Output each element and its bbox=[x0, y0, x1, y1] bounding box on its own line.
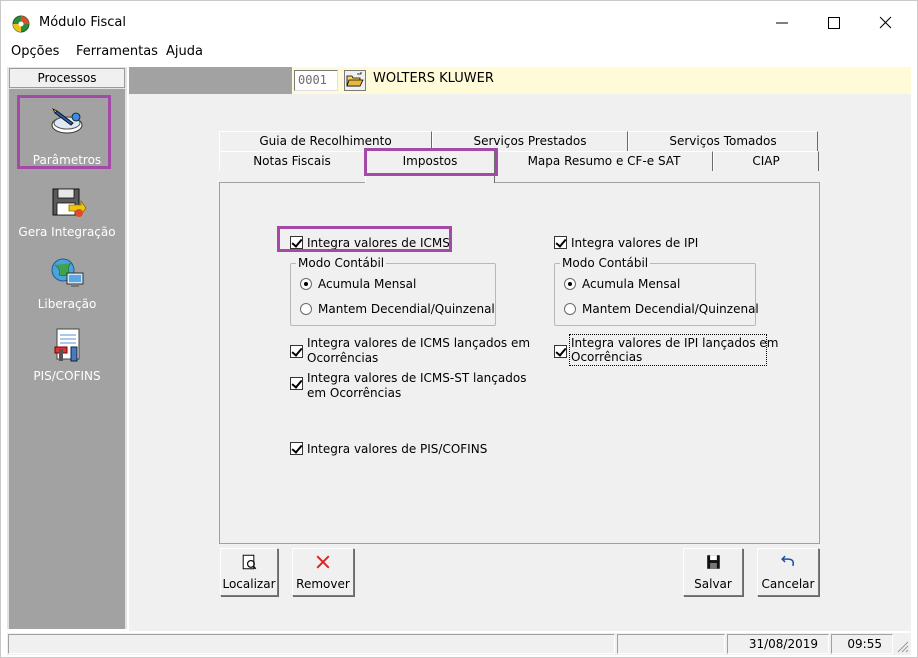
icms-highlight bbox=[277, 226, 452, 252]
radio-label: Mantem Decendial/Quinzenal bbox=[318, 302, 495, 316]
radio-label: Mantem Decendial/Quinzenal bbox=[582, 302, 759, 316]
window-title: Módulo Fiscal bbox=[39, 15, 127, 30]
icms-decendial-radio[interactable] bbox=[300, 303, 312, 315]
button-label: Remover bbox=[296, 577, 350, 591]
maximize-icon bbox=[828, 17, 840, 29]
ipi-decendial-radio[interactable] bbox=[564, 303, 576, 315]
tab-notas-fiscais[interactable]: Notas Fiscais bbox=[219, 151, 365, 171]
app-icon bbox=[12, 15, 30, 33]
ipi-ocorrencias-label-1: Integra valores de IPI lançados em bbox=[571, 336, 779, 350]
status-time: 09:55 bbox=[831, 634, 893, 654]
menu-ferramentas[interactable]: Ferramentas bbox=[76, 44, 158, 59]
tab-ciap[interactable]: CIAP bbox=[713, 151, 819, 171]
icms-ocorrencias-checkbox[interactable] bbox=[290, 345, 303, 358]
maximize-button[interactable] bbox=[811, 9, 857, 37]
status-date: 31/08/2019 bbox=[727, 634, 829, 654]
status-panel-main bbox=[8, 634, 615, 654]
menu-opcoes[interactable]: Opções bbox=[11, 44, 59, 59]
radio-label: Acumula Mensal bbox=[582, 277, 681, 291]
pis-cofins-checkbox[interactable] bbox=[290, 442, 303, 455]
floppy-export-icon bbox=[52, 188, 87, 217]
globe-computer-icon bbox=[51, 258, 84, 287]
nav-item-gera-integracao[interactable]: Gera Integração bbox=[9, 177, 125, 249]
remover-button[interactable]: Remover bbox=[292, 548, 354, 596]
left-panel: Processos Parâmetros Gera Integração Lib… bbox=[7, 67, 127, 629]
company-bar: 0001 WOLTERS KLUWER bbox=[129, 67, 911, 94]
ipi-acumula-mensal-radio[interactable] bbox=[564, 278, 576, 290]
icms-modo-contabil-group bbox=[290, 263, 496, 326]
selection-highlight bbox=[17, 95, 111, 169]
tab-label: CIAP bbox=[752, 154, 780, 168]
cancelar-button[interactable]: Cancelar bbox=[757, 548, 819, 596]
impostos-panel: Integra valores de ICMS Modo Contábil Ac… bbox=[219, 182, 820, 544]
button-label: Cancelar bbox=[761, 577, 815, 591]
icms-acumula-mensal-radio[interactable] bbox=[300, 278, 312, 290]
tab-mapa-resumo[interactable]: Mapa Resumo e CF-e SAT bbox=[495, 151, 713, 171]
tab-servicos-tomados[interactable]: Serviços Tomados bbox=[628, 131, 818, 151]
nav-item-label: PIS/COFINS bbox=[33, 369, 101, 383]
nav-item-pis-cofins[interactable]: PIS/COFINS bbox=[9, 321, 125, 393]
ipi-modo-contabil-group bbox=[554, 263, 756, 326]
icms-st-checkbox[interactable] bbox=[290, 377, 303, 390]
close-button[interactable] bbox=[863, 9, 909, 37]
main-window: Módulo Fiscal Opções Ferramentas Ajuda P… bbox=[0, 0, 918, 658]
company-name: WOLTERS KLUWER bbox=[373, 71, 494, 86]
localizar-button[interactable]: Localizar bbox=[220, 548, 278, 596]
tab-label: Notas Fiscais bbox=[253, 154, 331, 168]
processos-header[interactable]: Processos bbox=[9, 68, 125, 88]
salvar-button[interactable]: Salvar bbox=[683, 548, 743, 596]
button-label: Salvar bbox=[694, 577, 732, 591]
menu-ajuda[interactable]: Ajuda bbox=[166, 44, 203, 59]
button-label: Localizar bbox=[222, 577, 276, 591]
tab-label: Serviços Tomados bbox=[669, 134, 777, 148]
minimize-button[interactable] bbox=[759, 9, 805, 37]
group-title: Modo Contábil bbox=[560, 256, 651, 270]
status-panel-empty bbox=[617, 634, 725, 654]
find-icon bbox=[242, 554, 257, 570]
pis-cofins-label: Integra valores de PIS/COFINS bbox=[307, 442, 488, 456]
process-nav: Parâmetros Gera Integração Liberação PIS… bbox=[9, 89, 125, 629]
integra-ipi-label: Integra valores de IPI bbox=[571, 236, 699, 250]
integra-ipi-checkbox[interactable] bbox=[554, 236, 567, 249]
close-icon bbox=[879, 16, 892, 29]
nav-item-label: Gera Integração bbox=[18, 225, 116, 239]
minimize-icon bbox=[776, 22, 788, 24]
save-floppy-icon bbox=[707, 555, 720, 569]
undo-icon bbox=[781, 555, 795, 567]
main-content: Guia de Recolhimento Serviços Prestados … bbox=[129, 94, 911, 631]
document-tools-icon bbox=[54, 328, 80, 362]
icms-ocorrencias-label-1: Integra valores de ICMS lançados em bbox=[307, 336, 531, 350]
ipi-ocorrencias-checkbox[interactable] bbox=[554, 345, 567, 358]
tab-label: Mapa Resumo e CF-e SAT bbox=[527, 154, 681, 168]
icms-ocorrencias-label-2: Ocorrências bbox=[307, 351, 379, 365]
status-bar: 31/08/2019 09:55 bbox=[7, 633, 911, 655]
menu-bar: Opções Ferramentas Ajuda bbox=[1, 43, 917, 63]
company-code-field[interactable]: 0001 bbox=[294, 70, 338, 91]
remove-x-icon bbox=[316, 555, 330, 569]
nav-item-liberacao[interactable]: Liberação bbox=[9, 249, 125, 321]
folder-open-icon bbox=[346, 72, 364, 87]
title-bar: Módulo Fiscal bbox=[1, 1, 917, 43]
resize-grip-icon[interactable] bbox=[895, 639, 909, 653]
tab-highlight bbox=[364, 148, 498, 176]
open-company-button[interactable] bbox=[344, 70, 366, 91]
group-title: Modo Contábil bbox=[296, 256, 387, 270]
tab-label: Guia de Recolhimento bbox=[259, 134, 392, 148]
company-bar-left bbox=[129, 67, 292, 94]
icms-st-label-2: em Ocorrências bbox=[307, 386, 402, 400]
icms-st-label-1: Integra valores de ICMS-ST lançados bbox=[307, 371, 527, 385]
nav-item-label: Liberação bbox=[37, 297, 97, 311]
tab-label: Serviços Prestados bbox=[473, 134, 587, 148]
radio-label: Acumula Mensal bbox=[318, 277, 417, 291]
ipi-ocorrencias-label-2: Ocorrências bbox=[571, 350, 643, 364]
